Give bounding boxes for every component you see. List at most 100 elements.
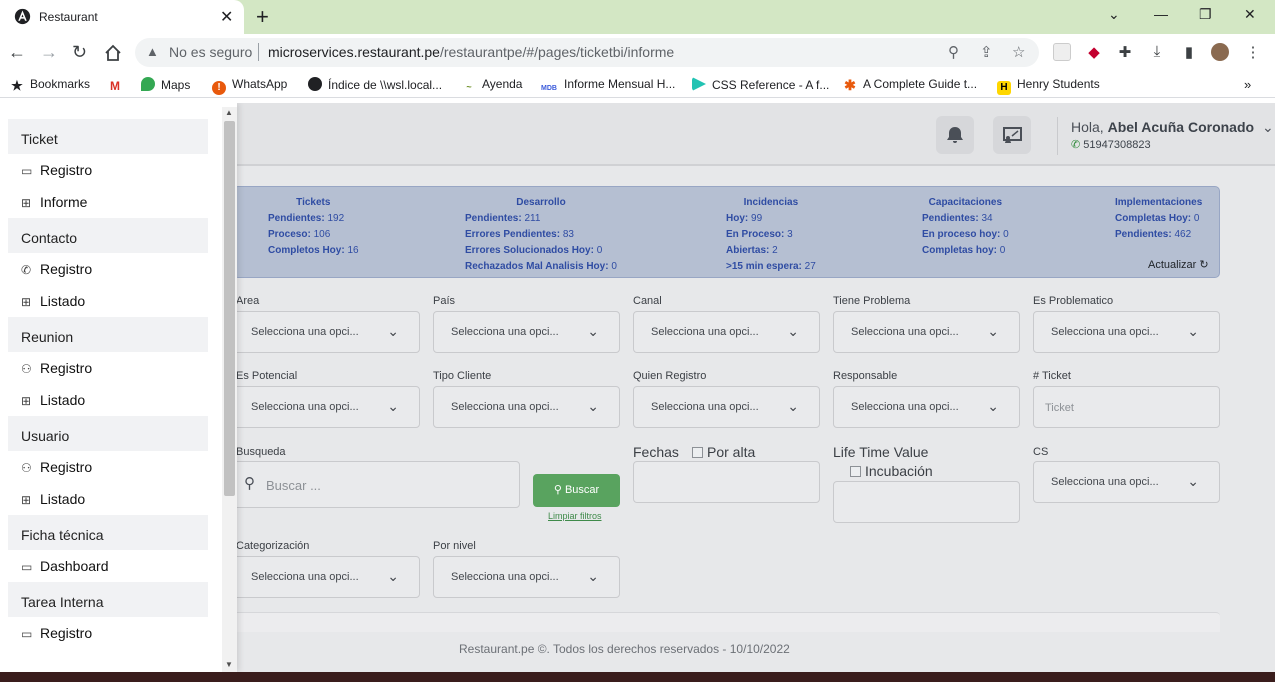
sidebar-scrollbar[interactable]: ▲ ▼ (222, 107, 237, 672)
bookmark-informe[interactable]: MDB Informe Mensual H... (540, 77, 675, 96)
tipo-cliente-select[interactable]: Selecciona una opci... ⌄ (433, 386, 620, 428)
sidebar-group-usuario[interactable]: Usuario (8, 416, 208, 451)
buscar-button[interactable]: ⚲ Buscar (533, 474, 620, 507)
stat-row: Abiertas: 2 (726, 245, 778, 256)
sidebar-item-ticket-registro[interactable]: ▭ Registro (8, 154, 208, 186)
henry-icon: H (997, 81, 1011, 95)
search-input[interactable]: ⚲ Buscar ... (233, 461, 520, 508)
cs-select[interactable]: Selecciona una opci... ⌄ (1033, 461, 1220, 503)
bookmark-label: CSS Reference - A f... (712, 78, 830, 92)
sidebar-group-tarea-interna[interactable]: Tarea Interna (8, 582, 208, 617)
sidebar-group-ficha-tecnica[interactable]: Ficha técnica (8, 515, 208, 550)
bookmark-complete-guide[interactable]: ✱ A Complete Guide t... (843, 77, 977, 92)
forward-icon[interactable]: → (40, 42, 58, 63)
bookmark-maps[interactable]: Maps (141, 77, 190, 92)
sidebar-item-tarea-registro[interactable]: ▭ Registro (8, 617, 208, 649)
scroll-up-icon[interactable]: ▲ (225, 108, 233, 117)
chevron-down-icon: ⌄ (987, 323, 999, 339)
restore-icon[interactable]: ❐ (1199, 6, 1212, 23)
css-icon (692, 77, 706, 91)
share-icon[interactable]: ⇪ (980, 43, 993, 61)
page-content: Hola, Abel Acuña Coronado ⌄ ✆ 5194730882… (0, 103, 1275, 672)
responsable-select[interactable]: Selecciona una opci... ⌄ (833, 386, 1020, 428)
close-tab-icon[interactable]: ✕ (220, 7, 233, 27)
user-greeting[interactable]: Hola, Abel Acuña Coronado ⌄ (1071, 119, 1274, 136)
browser-tab-strip: Restaurant ✕ + ⌄ — ❐ ✕ (0, 0, 1275, 34)
area-select[interactable]: Selecciona una opci... ⌄ (233, 311, 420, 353)
categorizacion-select[interactable]: Selecciona una opci... ⌄ (233, 556, 420, 598)
sidebar-group-contacto[interactable]: Contacto (8, 218, 208, 253)
home-icon[interactable] (104, 44, 122, 62)
address-bar[interactable]: ▲ No es seguro microservices.restaurant.… (135, 38, 1039, 67)
es-problematico-select[interactable]: Selecciona una opci... ⌄ (1033, 311, 1220, 353)
bookmark-gmail[interactable]: M (108, 77, 128, 93)
refresh-icon: ↻ (1199, 259, 1209, 271)
fechas-input[interactable] (633, 461, 820, 503)
extension-blank-icon[interactable] (1053, 43, 1071, 61)
ticket-input[interactable]: Ticket (1033, 386, 1220, 428)
stat-row: Proceso: 106 (268, 229, 331, 240)
bookmark-label: Índice de \\wsl.local... (328, 78, 443, 92)
sidebar-item-usuario-listado[interactable]: ⊞ Listado (8, 483, 208, 515)
sidebar-item-reunion-registro[interactable]: ⚇ Registro (8, 352, 208, 384)
new-tab-icon[interactable]: + (256, 4, 269, 30)
por-nivel-select[interactable]: Selecciona una opci... ⌄ (433, 556, 620, 598)
bookmark-indice[interactable]: Índice de \\wsl.local... (308, 77, 442, 92)
back-icon[interactable]: ← (8, 42, 26, 63)
notifications-button[interactable] (936, 116, 974, 154)
tiene-problema-select[interactable]: Selecciona una opci... ⌄ (833, 311, 1020, 353)
browser-menu-icon[interactable]: ⋮ (1244, 43, 1262, 61)
ticket-icon: ▭ (21, 560, 33, 574)
select-value: Selecciona una opci... (1051, 476, 1159, 488)
sidebar-item-usuario-registro[interactable]: ⚇ Registro (8, 451, 208, 483)
canal-select[interactable]: Selecciona una opci... ⌄ (633, 311, 820, 353)
url-text[interactable]: microservices.restaurant.pe/restaurantpe… (268, 44, 674, 60)
quien-registro-label: Quien Registro (633, 370, 707, 382)
zoom-icon[interactable]: ⚲ (948, 43, 959, 61)
sidebar-item-reunion-listado[interactable]: ⊞ Listado (8, 384, 208, 416)
sidebar-item-contacto-listado[interactable]: ⊞ Listado (8, 285, 208, 317)
scroll-down-icon[interactable]: ▼ (225, 660, 233, 669)
side-panel-icon[interactable]: ▮ (1180, 43, 1198, 61)
bookmark-bookmarks[interactable]: ★ Bookmarks (10, 77, 90, 93)
quien-registro-select[interactable]: Selecciona una opci... ⌄ (633, 386, 820, 428)
tab-search-icon[interactable]: ⌄ (1108, 6, 1120, 23)
sidebar-item-ticket-informe[interactable]: ⊞ Informe (8, 186, 208, 218)
refresh-button[interactable]: Actualizar ↻ (1148, 258, 1209, 271)
bookmark-css-reference[interactable]: CSS Reference - A f... (692, 77, 829, 92)
incubacion-checkbox[interactable]: Incubación (850, 463, 933, 479)
reload-icon[interactable]: ↻ (72, 42, 87, 63)
more-bookmarks-icon[interactable]: » (1244, 77, 1251, 92)
es-potencial-select[interactable]: Selecciona una opci... ⌄ (233, 386, 420, 428)
bookmark-whatsapp[interactable]: ! WhatsApp (212, 77, 287, 95)
limpiar-filtros-link[interactable]: Limpiar filtros (548, 511, 602, 521)
extensions-puzzle-icon[interactable]: ✚ (1116, 43, 1134, 61)
bookmark-henry[interactable]: H Henry Students (997, 77, 1100, 95)
chevron-down-icon: ⌄ (387, 568, 399, 584)
presentation-button[interactable] (993, 116, 1031, 154)
sidebar-item-ficha-dashboard[interactable]: ▭ Dashboard (8, 550, 208, 582)
omnibox-divider (258, 43, 259, 61)
download-icon[interactable]: ⤓ (1148, 43, 1166, 61)
pais-select[interactable]: Selecciona una opci... ⌄ (433, 311, 620, 353)
sidebar-group-ticket[interactable]: Ticket (8, 119, 208, 154)
browser-tab[interactable]: Restaurant ✕ (0, 0, 244, 34)
profile-avatar-icon[interactable] (1211, 43, 1229, 61)
taskbar-strip (0, 672, 1275, 682)
bookmark-star-icon[interactable]: ☆ (1012, 43, 1025, 61)
sidebar-group-reunion[interactable]: Reunion (8, 317, 208, 352)
window-close-icon[interactable]: ✕ (1244, 6, 1256, 23)
gmail-icon: M (108, 79, 122, 93)
minimize-icon[interactable]: — (1154, 6, 1168, 22)
por-alta-checkbox[interactable]: Por alta (692, 444, 755, 460)
stat-row: En proceso hoy: 0 (922, 229, 1009, 240)
sidebar-item-contacto-registro[interactable]: ✆ Registro (8, 253, 208, 285)
greeting-prefix: Hola, (1071, 119, 1104, 135)
table-icon: ⊞ (21, 295, 32, 309)
scroll-thumb[interactable] (224, 121, 235, 496)
life-time-value-input[interactable] (833, 481, 1020, 523)
maps-icon (141, 77, 155, 91)
pais-label: País (433, 295, 456, 307)
angular-devtools-icon[interactable]: ◆ (1085, 43, 1103, 61)
bookmark-ayenda[interactable]: ~ Ayenda (462, 77, 522, 94)
